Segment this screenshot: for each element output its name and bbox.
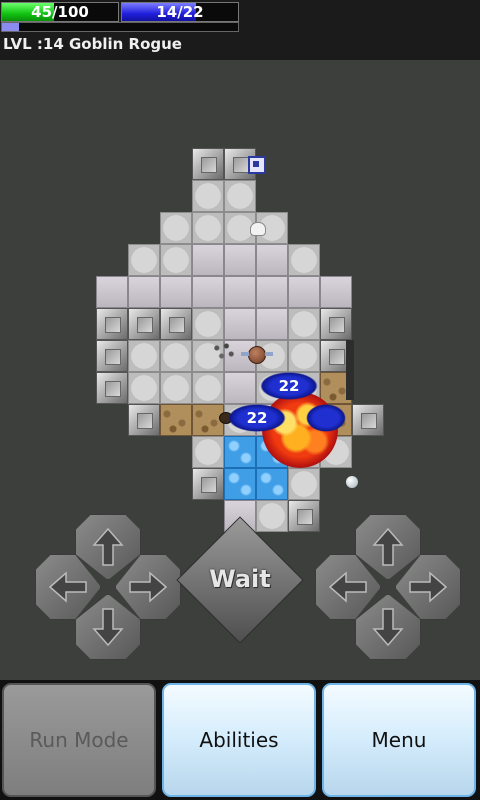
character-level-label: LVL :14 Goblin Rogue: [3, 35, 182, 53]
wall-tile[interactable]: [192, 468, 224, 500]
floor-tile[interactable]: [256, 276, 288, 308]
floor-tile[interactable]: [224, 372, 256, 404]
water-tile[interactable]: [256, 468, 288, 500]
floor-tile[interactable]: [160, 372, 192, 404]
wall-tile[interactable]: [320, 308, 352, 340]
action-bar: Run Mode Abilities Menu: [0, 680, 480, 800]
right-arrow-icon: [409, 571, 448, 603]
wall-tile[interactable]: [192, 148, 224, 180]
run-mode-button[interactable]: Run Mode: [2, 683, 156, 797]
floor-tile[interactable]: [160, 276, 192, 308]
floor-tile[interactable]: [160, 340, 192, 372]
damage-number: 22: [246, 409, 268, 427]
abilities-button[interactable]: Abilities: [162, 683, 316, 797]
status-hud: 45/100 14/22 LVL :14 Goblin Rogue: [0, 0, 480, 60]
floor-tile[interactable]: [256, 244, 288, 276]
right-arrow-icon: [129, 571, 168, 603]
floor-tile[interactable]: [96, 276, 128, 308]
skull-icon[interactable]: [250, 222, 266, 236]
orb-item-icon[interactable]: [346, 476, 358, 488]
chasm-tile: [346, 340, 354, 400]
stairs-icon[interactable]: [248, 156, 266, 174]
damage-burst: 22: [260, 372, 318, 400]
water-tile[interactable]: [224, 436, 256, 468]
floor-tile[interactable]: [192, 180, 224, 212]
floor-tile[interactable]: [128, 244, 160, 276]
floor-tile[interactable]: [288, 276, 320, 308]
floor-tile[interactable]: [288, 244, 320, 276]
floor-tile[interactable]: [288, 468, 320, 500]
rubble-icon: [212, 342, 236, 362]
left-dpad: [33, 512, 181, 660]
mana-bar: 14/22: [121, 2, 239, 22]
floor-tile[interactable]: [128, 372, 160, 404]
floor-tile[interactable]: [192, 244, 224, 276]
floor-tile[interactable]: [192, 212, 224, 244]
up-arrow-icon: [372, 527, 404, 566]
floor-tile[interactable]: [288, 340, 320, 372]
down-arrow-icon: [372, 608, 404, 647]
up-arrow-icon: [92, 527, 124, 566]
floor-tile[interactable]: [224, 244, 256, 276]
floor-tile[interactable]: [160, 244, 192, 276]
floor-tile[interactable]: [192, 372, 224, 404]
floor-tile[interactable]: [224, 276, 256, 308]
right-dpad: [313, 512, 461, 660]
floor-tile[interactable]: [160, 212, 192, 244]
wall-tile[interactable]: [128, 308, 160, 340]
wall-tile[interactable]: [352, 404, 384, 436]
down-arrow-icon: [92, 608, 124, 647]
wall-tile[interactable]: [160, 308, 192, 340]
floor-tile[interactable]: [224, 308, 256, 340]
experience-bar-fill: [2, 23, 19, 31]
floor-tile[interactable]: [288, 308, 320, 340]
wall-tile[interactable]: [96, 372, 128, 404]
damage-number: 22: [278, 377, 300, 395]
wall-tile[interactable]: [96, 308, 128, 340]
floor-tile[interactable]: [192, 276, 224, 308]
floor-tile[interactable]: [192, 436, 224, 468]
menu-button[interactable]: Menu: [322, 683, 476, 797]
floor-tile[interactable]: [128, 276, 160, 308]
wall-tile[interactable]: [96, 340, 128, 372]
dirt-tile[interactable]: [160, 404, 192, 436]
mana-value: 14/22: [156, 3, 204, 21]
wall-tile[interactable]: [128, 404, 160, 436]
health-value: 45/100: [31, 3, 89, 21]
damage-burst: [306, 404, 346, 432]
floor-tile[interactable]: [256, 308, 288, 340]
player-character-icon[interactable]: [241, 346, 273, 364]
left-arrow-icon: [328, 571, 367, 603]
floor-tile[interactable]: [128, 340, 160, 372]
floor-tile[interactable]: [256, 500, 288, 532]
left-arrow-icon: [48, 571, 87, 603]
damage-burst: 22: [228, 404, 286, 432]
experience-bar: [1, 22, 239, 32]
floor-tile[interactable]: [192, 308, 224, 340]
floor-tile[interactable]: [320, 276, 352, 308]
water-tile[interactable]: [224, 468, 256, 500]
floor-tile[interactable]: [224, 180, 256, 212]
health-bar: 45/100: [1, 2, 119, 22]
